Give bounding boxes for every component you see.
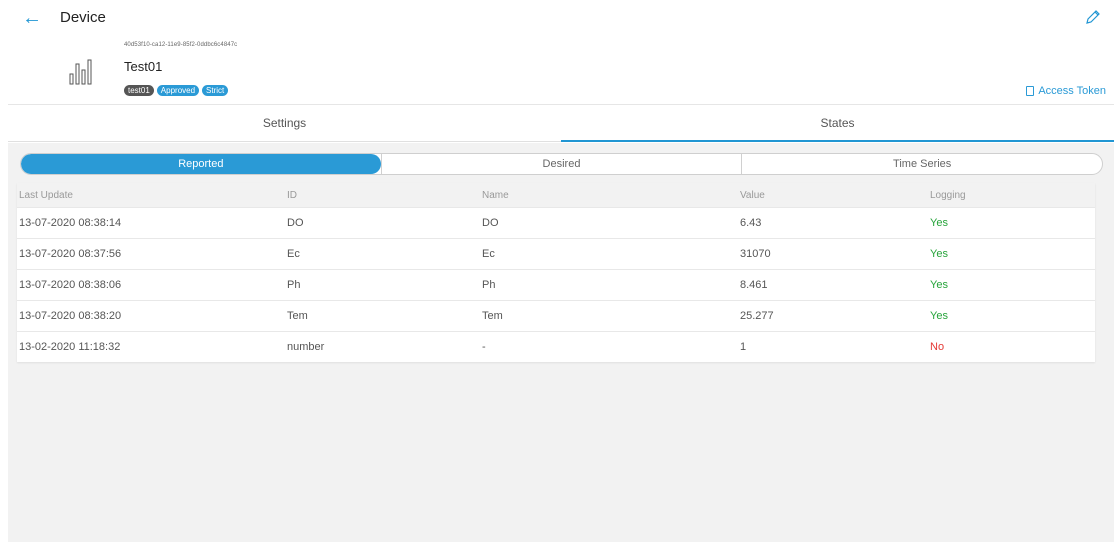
cell-id: Tem xyxy=(287,310,308,322)
cell-last-update: 13-07-2020 08:38:14 xyxy=(19,217,122,229)
segment-time-series[interactable]: Time Series xyxy=(741,154,1102,174)
table-row[interactable]: 13-07-2020 08:38:06 Ph Ph 8.461 Yes xyxy=(17,269,1095,300)
cell-last-update: 13-07-2020 08:38:06 xyxy=(19,279,122,291)
cell-last-update: 13-02-2020 11:18:32 xyxy=(19,341,121,353)
access-token-link[interactable]: Access Token xyxy=(1026,85,1106,97)
cell-name: Ph xyxy=(482,279,496,291)
tag-list: test01 Approved Strict xyxy=(124,85,229,96)
column-header-logging[interactable]: Logging xyxy=(930,190,1095,201)
cell-logging: Yes xyxy=(930,310,948,322)
table-header: Last Update ID Name Value Logging xyxy=(17,183,1095,207)
cell-name: Tem xyxy=(482,310,503,322)
states-table: Last Update ID Name Value Logging 13-07-… xyxy=(17,183,1095,362)
cell-name: - xyxy=(482,341,486,353)
cell-logging: Yes xyxy=(930,248,948,260)
segmented-control: Reported Desired Time Series xyxy=(20,153,1103,175)
device-info: 40d53f10-ca12-11e9-85f2-0ddbc6c4847c Tes… xyxy=(0,36,1114,102)
column-header-last-update[interactable]: Last Update xyxy=(17,190,287,201)
cell-value: 1 xyxy=(740,341,747,353)
arrow-left-icon[interactable]: ← xyxy=(22,8,42,28)
column-header-name[interactable]: Name xyxy=(482,190,740,201)
cell-last-update: 13-07-2020 08:37:56 xyxy=(19,248,122,260)
tab-settings[interactable]: Settings xyxy=(8,105,561,142)
cell-id: Ec xyxy=(287,248,300,260)
pencil-icon[interactable] xyxy=(1084,8,1102,26)
cell-id: Ph xyxy=(287,279,301,291)
device-name: Test01 xyxy=(124,59,163,74)
tag-approved[interactable]: Approved xyxy=(156,85,200,96)
cell-id: number xyxy=(287,341,325,353)
table-row[interactable]: 13-07-2020 08:38:14 DO DO 6.43 Yes xyxy=(17,207,1095,238)
cell-value: 8.461 xyxy=(740,279,768,291)
cell-name: DO xyxy=(482,217,499,229)
cell-logging: Yes xyxy=(930,279,948,291)
device-uuid: 40d53f10-ca12-11e9-85f2-0ddbc6c4847c xyxy=(124,42,238,48)
cell-logging: Yes xyxy=(930,217,948,229)
column-header-id[interactable]: ID xyxy=(287,190,482,201)
table-row[interactable]: 13-02-2020 11:18:32 number - 1 No xyxy=(17,331,1095,362)
access-token-label: Access Token xyxy=(1038,85,1106,97)
document-icon xyxy=(1026,86,1035,96)
page-title: Device xyxy=(60,9,106,26)
cell-logging: No xyxy=(930,341,945,353)
segment-reported[interactable]: Reported xyxy=(21,154,381,174)
cell-value: 25.277 xyxy=(740,310,774,322)
states-panel: Reported Desired Time Series Last Update… xyxy=(8,143,1114,542)
bar-chart-icon xyxy=(69,59,92,85)
column-header-value[interactable]: Value xyxy=(740,190,930,201)
segment-desired[interactable]: Desired xyxy=(380,154,742,174)
cell-value: 31070 xyxy=(740,248,771,260)
tag-test01[interactable]: test01 xyxy=(124,85,154,96)
tab-bar: Settings States xyxy=(8,104,1114,142)
app-header: ← Device xyxy=(0,0,1114,36)
table-row[interactable]: 13-07-2020 08:37:56 Ec Ec 31070 Yes xyxy=(17,238,1095,269)
cell-id: DO xyxy=(287,217,304,229)
tab-states[interactable]: States xyxy=(561,105,1114,142)
table-row[interactable]: 13-07-2020 08:38:20 Tem Tem 25.277 Yes xyxy=(17,300,1095,331)
cell-name: Ec xyxy=(482,248,495,260)
cell-last-update: 13-07-2020 08:38:20 xyxy=(19,310,122,322)
tag-strict[interactable]: Strict xyxy=(202,85,229,96)
cell-value: 6.43 xyxy=(740,217,762,229)
